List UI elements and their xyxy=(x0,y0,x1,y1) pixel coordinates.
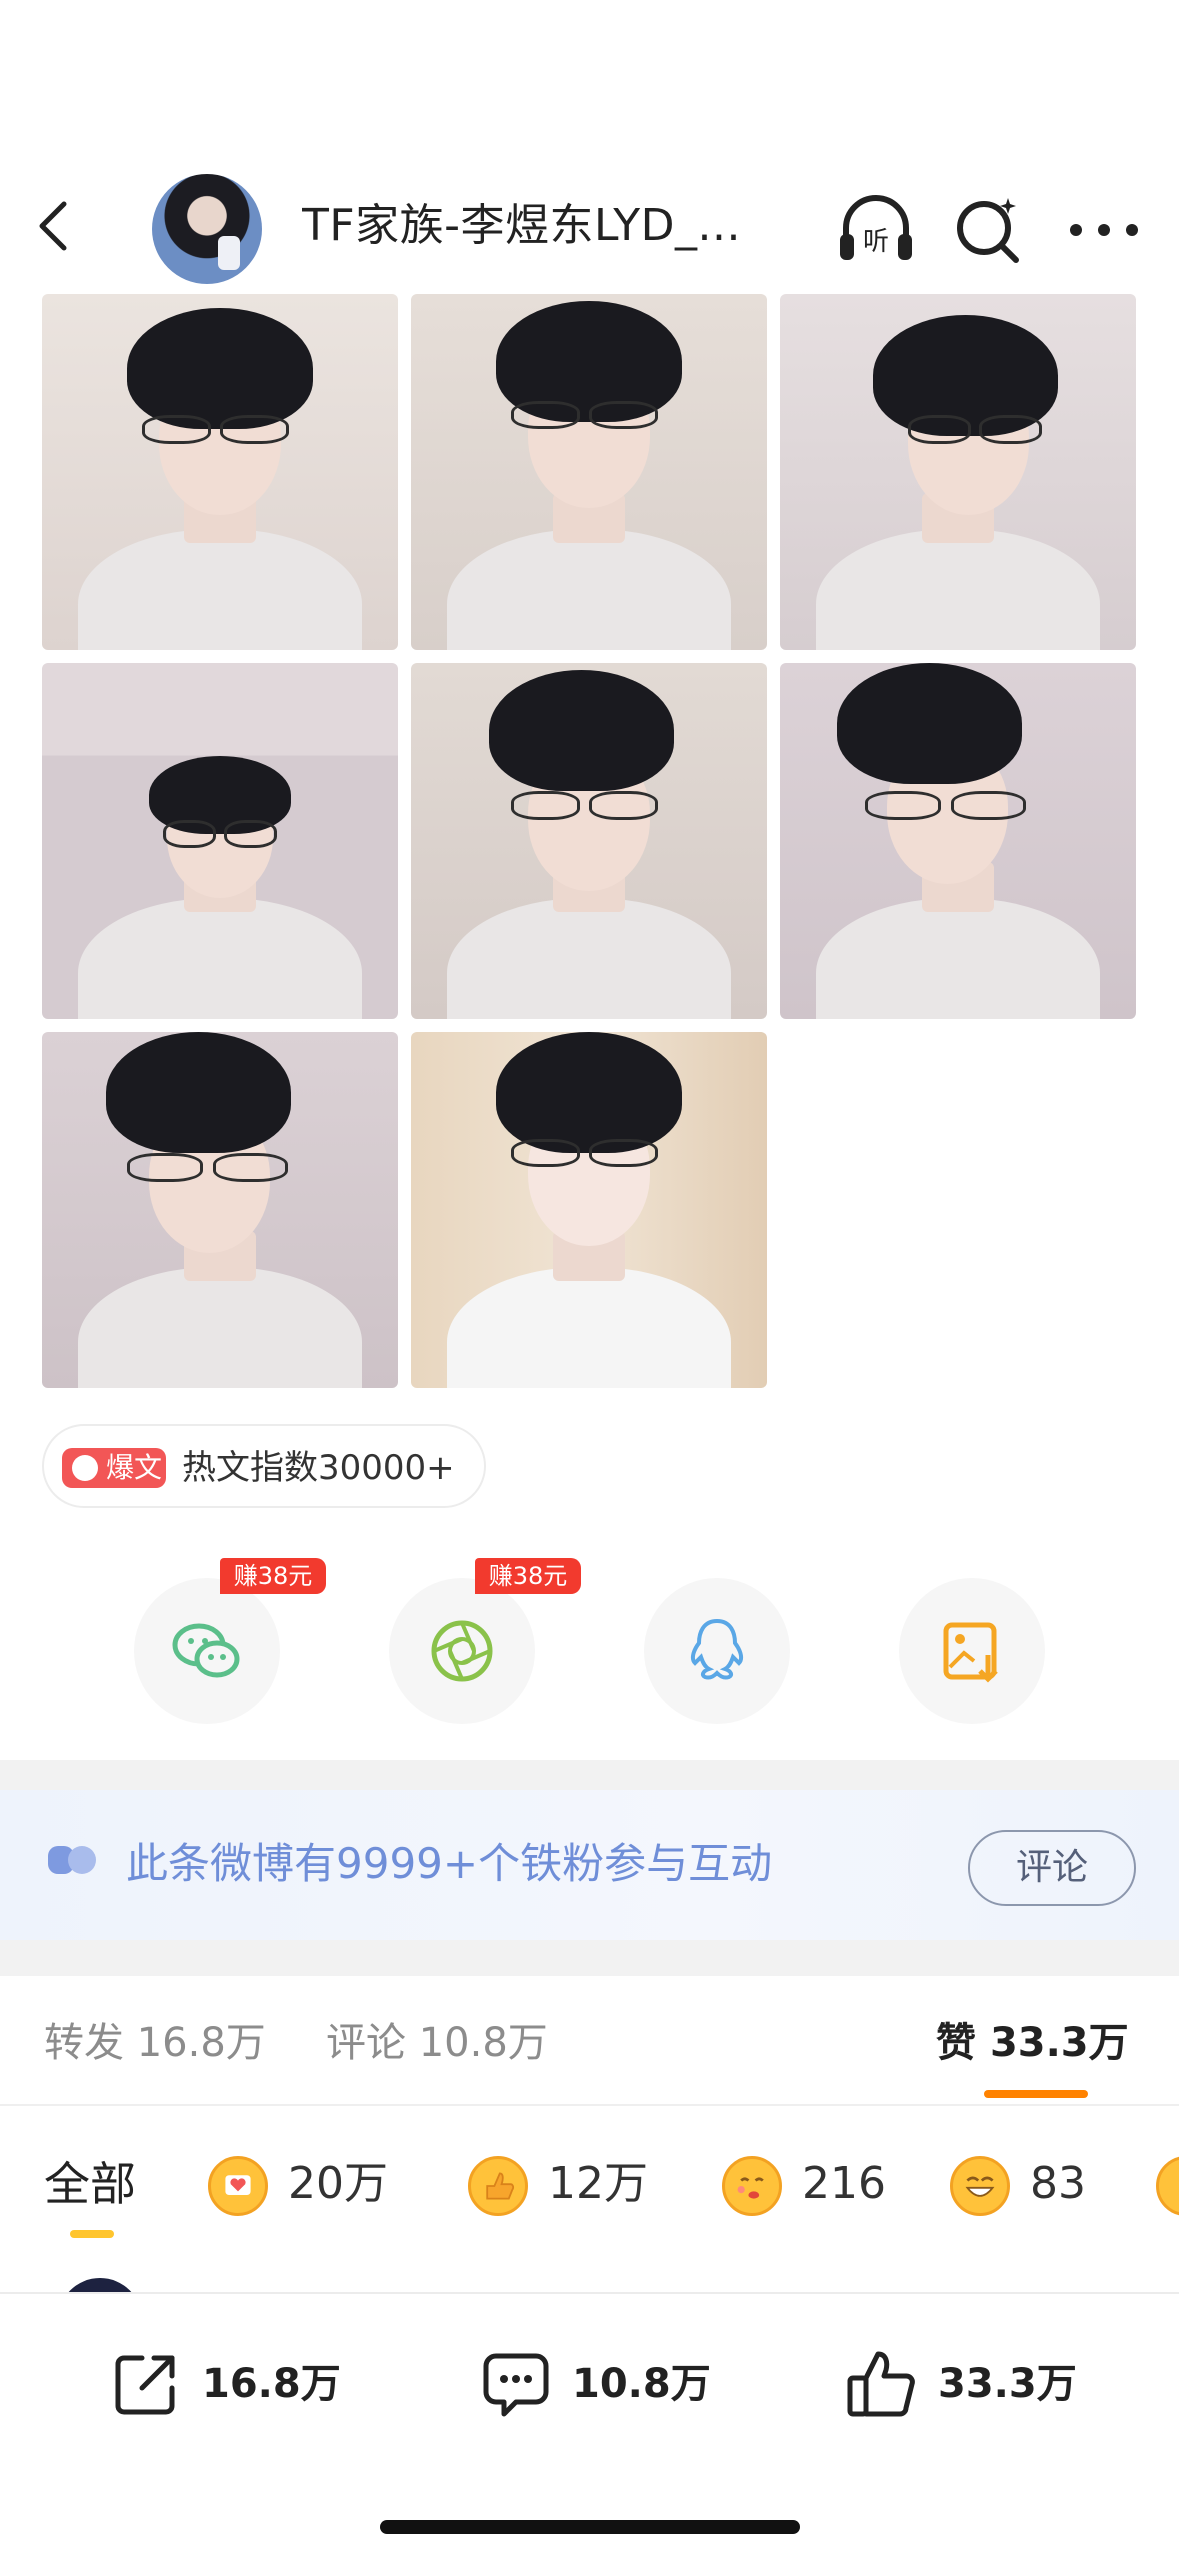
laugh-emoji-icon xyxy=(950,2156,1010,2216)
repost-count: 16.8万 xyxy=(202,2361,341,2407)
comment-button[interactable]: 评论 xyxy=(968,1830,1136,1906)
interaction-tabs: 转发 16.8万 评论 10.8万 赞 33.3万 xyxy=(0,1976,1179,2106)
reaction-count: 12万 xyxy=(548,2158,648,2209)
svg-text:听: 听 xyxy=(863,227,889,257)
flame-icon xyxy=(72,1455,98,1481)
hot-tag-label: 爆文 xyxy=(106,1451,163,1484)
tab-comment[interactable]: 评论 10.8万 xyxy=(326,2016,548,2070)
like-button[interactable]: 33.3万 xyxy=(842,2344,1092,2424)
reaction-count: 216 xyxy=(802,2158,886,2209)
hot-tag: 爆文 xyxy=(62,1448,166,1488)
photo-6[interactable] xyxy=(780,663,1136,1019)
share-row: 赚38元 赚38元 xyxy=(0,1558,1179,1728)
heart-emoji-icon xyxy=(208,2156,268,2216)
fans-icon xyxy=(48,1846,96,1874)
photo-7[interactable] xyxy=(42,1032,398,1388)
section-divider xyxy=(0,1940,1179,1976)
share-wechat-button[interactable]: 赚38元 xyxy=(134,1558,326,1724)
kiss-emoji-icon xyxy=(722,2156,782,2216)
reaction-count: 83 xyxy=(1030,2158,1086,2209)
comment-action-button[interactable]: 10.8万 xyxy=(476,2344,726,2424)
avatar-detail xyxy=(218,236,240,270)
earn-badge-wechat: 赚38元 xyxy=(220,1558,326,1594)
emoji-icon xyxy=(1156,2156,1179,2216)
more-icon[interactable] xyxy=(1062,190,1146,270)
reaction-tab-underline xyxy=(70,2230,114,2238)
search-icon[interactable] xyxy=(948,190,1028,270)
tab-like[interactable]: 赞 33.3万 xyxy=(936,2016,1129,2070)
tab-repost[interactable]: 转发 16.8万 xyxy=(44,2016,266,2070)
reaction-count: 20万 xyxy=(288,2158,388,2209)
photo-8[interactable] xyxy=(411,1032,767,1388)
repost-button[interactable]: 16.8万 xyxy=(106,2344,356,2424)
thumbs-up-icon xyxy=(847,2351,915,2417)
tab-like-count: 33.3万 xyxy=(989,2020,1129,2066)
share-moments-button[interactable]: 赚38元 xyxy=(389,1558,581,1724)
save-image-icon xyxy=(943,1622,998,1683)
active-tab-underline xyxy=(984,2090,1088,2098)
home-indicator[interactable] xyxy=(380,2520,800,2534)
post-header: TF家族-李煜东LYD_... 听 xyxy=(0,150,1179,298)
photo-4[interactable] xyxy=(42,663,398,1019)
photo-2[interactable] xyxy=(411,294,767,650)
listen-icon[interactable]: 听 xyxy=(834,188,918,272)
moments-icon xyxy=(431,1620,493,1682)
thumbs-up-emoji-icon xyxy=(468,2156,528,2216)
wechat-icon xyxy=(172,1623,240,1678)
earn-badge-moments: 赚38元 xyxy=(475,1558,581,1594)
repost-icon xyxy=(115,2355,175,2415)
photo-3[interactable] xyxy=(780,294,1136,650)
comment-icon xyxy=(483,2353,549,2417)
like-count: 33.3万 xyxy=(938,2361,1077,2407)
fans-interaction-text: 此条微博有9999+个铁粉参与互动 xyxy=(126,1839,773,1888)
reaction-filter-bar: 全部 20万 12万 216 83 xyxy=(0,2108,1179,2292)
photo-5[interactable] xyxy=(411,663,767,1019)
author-name[interactable]: TF家族-李煜东LYD_... xyxy=(302,196,772,256)
share-qq-button[interactable] xyxy=(644,1578,790,1724)
fans-interaction-banner[interactable]: 此条微博有9999+个铁粉参与互动 评论 xyxy=(0,1790,1179,1940)
section-divider xyxy=(0,1760,1179,1790)
photo-1[interactable] xyxy=(42,294,398,650)
author-avatar[interactable] xyxy=(152,174,262,284)
save-image-button[interactable] xyxy=(899,1578,1045,1724)
hot-index-badge[interactable]: 爆文 热文指数30000+ xyxy=(42,1424,486,1508)
hot-index-text: 热文指数30000+ xyxy=(182,1448,455,1488)
bottom-action-bar: 16.8万 10.8万 33.3万 xyxy=(0,2292,1179,2556)
back-icon[interactable] xyxy=(22,194,86,258)
reaction-tab-all[interactable]: 全部 xyxy=(44,2152,136,2216)
qq-icon xyxy=(690,1618,744,1680)
tab-like-label: 赞 xyxy=(936,2020,976,2066)
comment-count: 10.8万 xyxy=(572,2361,711,2407)
